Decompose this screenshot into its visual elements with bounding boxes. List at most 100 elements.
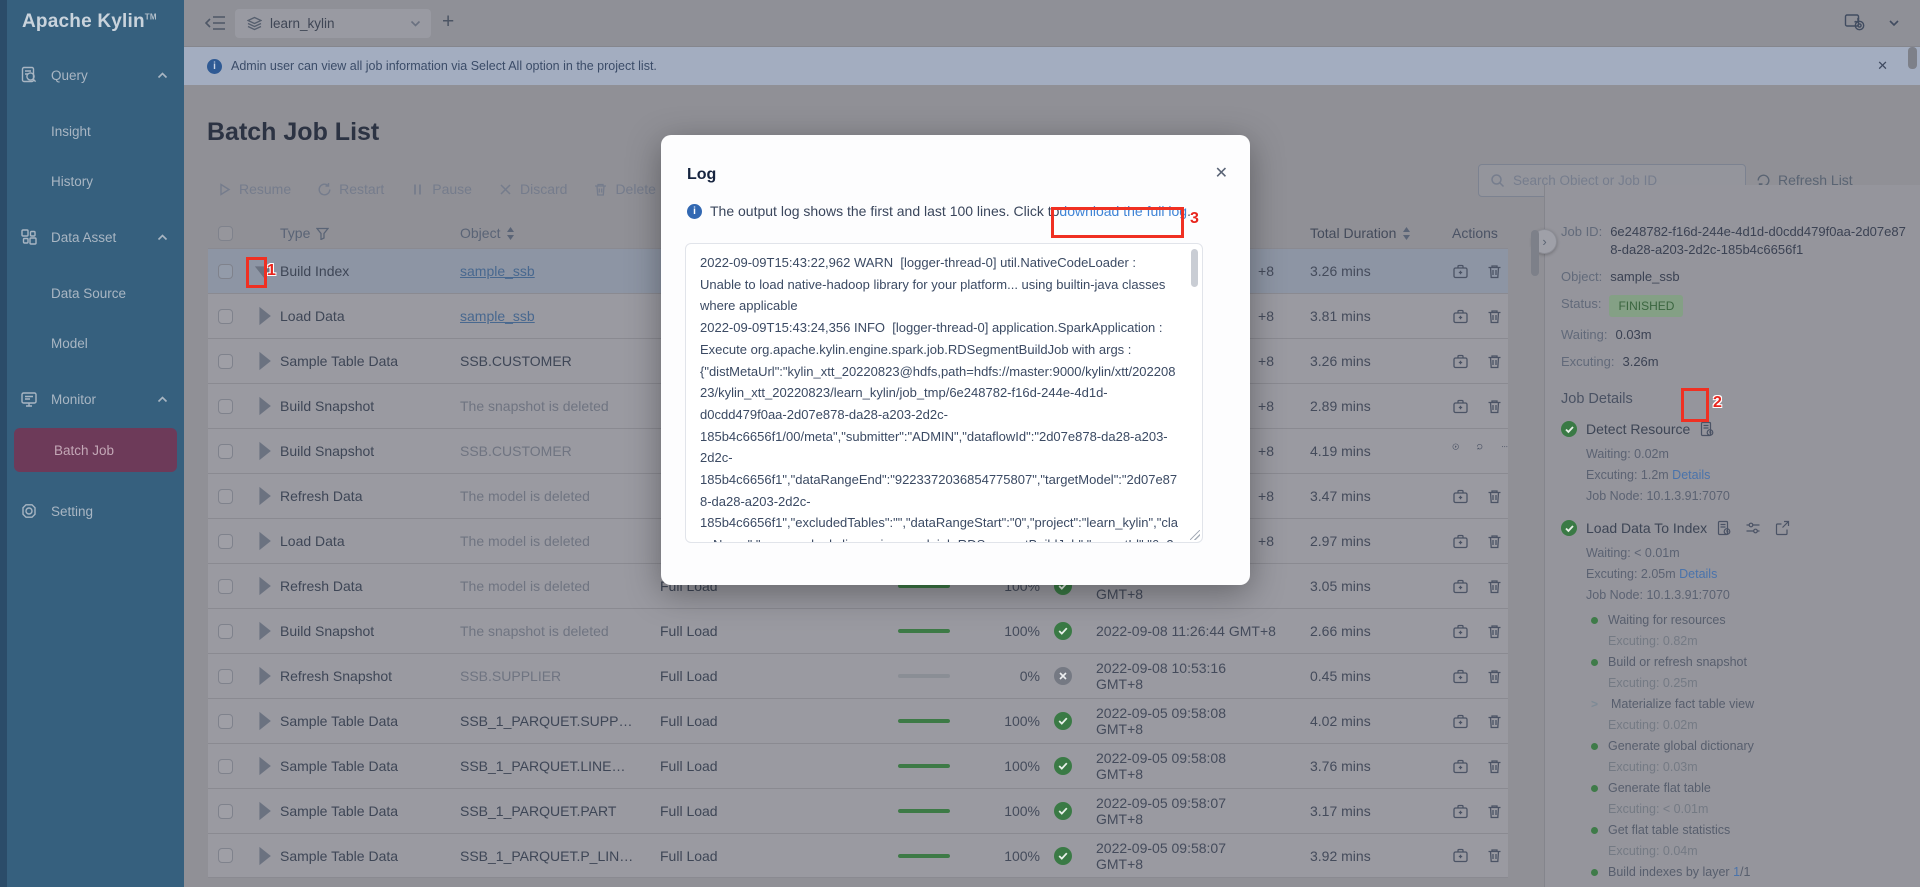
delete-icon[interactable] [1486,263,1503,280]
row-checkbox[interactable] [218,669,233,684]
delete-icon[interactable] [1486,713,1503,730]
sidebar-item-setting[interactable]: Setting [7,494,184,528]
page-scrollbar[interactable] [1908,47,1917,69]
row-checkbox[interactable] [218,489,233,504]
row-checkbox[interactable] [218,804,233,819]
expand-caret-icon[interactable] [248,345,280,377]
sidebar-item-batch-job[interactable]: Batch Job [14,428,177,472]
sidebar-item-data-asset[interactable]: Data Asset [7,220,184,254]
panel-scrollbar[interactable] [1531,230,1539,276]
row-checkbox[interactable] [218,714,233,729]
job-diagnosis-icon[interactable] [1452,488,1469,505]
job-diagnosis-icon[interactable] [1452,353,1469,370]
modal-close-icon[interactable]: ✕ [1215,163,1228,183]
discard-button[interactable]: Discard [498,181,567,197]
job-object[interactable]: sample_ssb [460,263,535,279]
row-checkbox[interactable] [218,264,233,279]
delete-icon[interactable] [1486,623,1503,640]
table-row[interactable]: Sample Table Data SSB_1_PARQUET.P_LIN… F… [208,833,1508,878]
delete-icon[interactable] [1486,578,1503,595]
more-actions-icon[interactable] [1501,443,1508,460]
sidebar-item-insight[interactable]: Insight [7,114,184,148]
job-diagnosis-icon[interactable] [1452,533,1469,550]
job-diagnosis-icon[interactable] [1452,578,1469,595]
user-menu-chevron-icon[interactable] [1888,17,1900,29]
expand-caret-icon[interactable] [248,435,280,467]
row-checkbox[interactable] [218,399,233,414]
job-diagnosis-icon[interactable] [1452,623,1469,640]
job-object[interactable]: sample_ssb [460,308,535,324]
job-diagnosis-icon[interactable] [1452,263,1469,280]
job-diagnosis-icon[interactable] [1452,668,1469,685]
sort-icon[interactable] [506,227,515,240]
row-checkbox[interactable] [218,309,233,324]
table-row[interactable]: Build Snapshot The snapshot is deleted F… [208,608,1508,653]
select-all-checkbox[interactable] [218,226,233,241]
expand-caret-icon[interactable] [248,615,280,647]
delete-icon[interactable] [1486,308,1503,325]
sidebar-item-monitor[interactable]: Monitor [7,382,184,416]
row-checkbox[interactable] [218,534,233,549]
table-row[interactable]: Refresh Snapshot SSB.SUPPLIER Full Load … [208,653,1508,698]
sort-icon[interactable] [1402,227,1411,240]
delete-button[interactable]: Delete [593,181,655,197]
restart-button[interactable]: Restart [317,181,384,197]
expand-caret-icon[interactable] [248,795,280,827]
collapse-sidebar-icon[interactable] [205,13,227,33]
sidebar-item-data-source[interactable]: Data Source [7,276,184,310]
expand-caret-icon[interactable] [248,660,280,692]
row-checkbox[interactable] [218,759,233,774]
resume-button[interactable]: Resume [217,181,291,197]
add-project-button[interactable]: + [442,11,454,32]
expand-caret-icon[interactable] [248,525,280,557]
pause-button[interactable]: Pause [410,181,472,197]
table-row[interactable]: Sample Table Data SSB_1_PARQUET.LINE… Fu… [208,743,1508,788]
expand-caret-icon[interactable] [248,840,280,872]
delete-icon[interactable] [1486,847,1503,864]
restart-icon[interactable] [1476,443,1483,460]
details-link[interactable]: Details [1679,567,1717,581]
expand-caret-icon[interactable] [248,480,280,512]
job-diagnosis-icon[interactable] [1452,847,1469,864]
delete-icon[interactable] [1486,398,1503,415]
expand-caret-icon[interactable] [248,390,280,422]
step-log-icon[interactable] [1716,520,1732,536]
delete-icon[interactable] [1486,668,1503,685]
sidebar-item-history[interactable]: History [7,164,184,198]
delete-icon[interactable] [1486,803,1503,820]
table-row[interactable]: Sample Table Data SSB_1_PARQUET.PART Ful… [208,788,1508,833]
expand-caret-icon[interactable] [248,300,280,332]
sidebar-item-model[interactable]: Model [7,326,184,360]
resize-handle-icon[interactable] [1190,530,1200,540]
delete-icon[interactable] [1486,533,1503,550]
job-diagnosis-icon[interactable] [1452,758,1469,775]
resume-icon[interactable] [1452,443,1459,460]
job-diagnosis-icon[interactable] [1452,398,1469,415]
row-checkbox[interactable] [218,579,233,594]
job-diagnosis-icon[interactable] [1452,803,1469,820]
row-checkbox[interactable] [218,848,233,863]
step-log-icon[interactable] [1699,421,1715,437]
job-diagnosis-icon[interactable] [1452,308,1469,325]
step-export-icon[interactable] [1774,520,1790,536]
sidebar-item-query[interactable]: Query [7,58,184,92]
admin-console-icon[interactable] [1844,13,1866,33]
delete-icon[interactable] [1486,488,1503,505]
filter-icon[interactable] [316,227,329,240]
table-row[interactable]: Sample Table Data SSB_1_PARQUET.SUPP… Fu… [208,698,1508,743]
delete-icon[interactable] [1486,758,1503,775]
project-selector[interactable]: learn_kylin [235,9,431,38]
details-link[interactable]: Details [1672,468,1710,482]
expand-caret-icon[interactable] [248,750,280,782]
row-checkbox[interactable] [218,354,233,369]
step-parameters-icon[interactable] [1745,520,1761,536]
expand-caret-icon[interactable] [248,705,280,737]
log-scrollbar[interactable] [1191,249,1198,287]
substep-arrow-icon[interactable]: > [1591,694,1601,715]
log-textarea[interactable]: 2022-09-09T15:43:22,962 WARN [logger-thr… [685,243,1203,543]
job-diagnosis-icon[interactable] [1452,713,1469,730]
row-checkbox[interactable] [218,624,233,639]
expand-caret-icon[interactable] [248,570,280,602]
row-checkbox[interactable] [218,444,233,459]
banner-close-icon[interactable]: ✕ [1877,58,1888,74]
